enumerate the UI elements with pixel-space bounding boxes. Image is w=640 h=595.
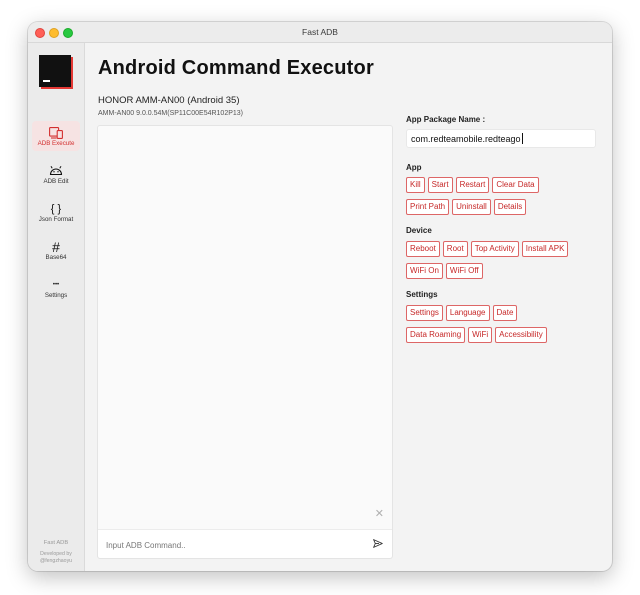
title-bar: Fast ADB bbox=[28, 22, 612, 43]
app-window: Fast ADB ADB Execute ADB Edit { } Json F… bbox=[28, 22, 612, 571]
sidebar-item-label: Json Format bbox=[38, 215, 74, 223]
date-button[interactable]: Date bbox=[492, 305, 518, 321]
wifi-off-button[interactable]: WiFi Off bbox=[445, 263, 483, 279]
minimize-window-button[interactable] bbox=[49, 28, 59, 38]
device-details: AMM-AN00 9.0.0.54M(SP11C00E54R102P13) bbox=[98, 110, 244, 117]
sidebar-item-adb-edit[interactable]: ADB Edit bbox=[32, 159, 80, 189]
footer-author: @fengzhaoyu bbox=[39, 558, 73, 564]
restart-button[interactable]: Restart bbox=[455, 177, 490, 193]
wifi-settings-button[interactable]: WiFi bbox=[468, 327, 493, 343]
clear-data-button[interactable]: Clear Data bbox=[492, 177, 539, 193]
device-name: HONOR AMM-AN00 (Android 35) bbox=[98, 95, 240, 106]
package-label: App Package Name : bbox=[406, 115, 486, 124]
sidebar-item-json-format[interactable]: { } Json Format bbox=[32, 197, 80, 227]
sidebar-item-settings[interactable]: ••• Settings bbox=[32, 273, 80, 303]
hash-icon: # bbox=[52, 238, 60, 255]
wifi-on-button[interactable]: WiFi On bbox=[406, 263, 443, 279]
close-window-button[interactable] bbox=[35, 28, 45, 38]
sidebar-item-label: Settings bbox=[44, 291, 68, 299]
sidebar-item-label: ADB Edit bbox=[43, 177, 69, 185]
install-apk-button[interactable]: Install APK bbox=[521, 241, 569, 257]
braces-icon: { } bbox=[50, 202, 62, 215]
sidebar-item-adb-execute[interactable]: ADB Execute bbox=[32, 121, 80, 151]
app-buttons-row-1: Kill Start Restart Clear Data bbox=[406, 177, 539, 193]
print-path-button[interactable]: Print Path bbox=[406, 199, 450, 215]
data-roaming-button[interactable]: Data Roaming bbox=[406, 327, 466, 343]
android-icon bbox=[49, 164, 63, 178]
footer-app-name: Fast ADB bbox=[43, 540, 69, 546]
reboot-button[interactable]: Reboot bbox=[406, 241, 440, 257]
window-controls bbox=[35, 28, 73, 38]
sidebar-footer: Fast ADB Developed by @fengzhaoyu bbox=[28, 540, 84, 565]
command-output-panel: ✕ bbox=[97, 125, 393, 559]
app-logo bbox=[39, 55, 71, 87]
details-button[interactable]: Details bbox=[493, 199, 527, 215]
zoom-window-button[interactable] bbox=[63, 28, 73, 38]
page-title: Android Command Executor bbox=[98, 57, 374, 79]
devices-icon bbox=[49, 126, 63, 140]
device-buttons-row-2: WiFi On WiFi Off bbox=[406, 263, 483, 279]
package-name-value: com.redteamobile.redteago bbox=[411, 134, 521, 144]
kill-button[interactable]: Kill bbox=[406, 177, 425, 193]
sidebar: ADB Execute ADB Edit { } Json Format # B… bbox=[28, 43, 85, 571]
footer-developed-by: Developed by bbox=[40, 551, 72, 557]
root-button[interactable]: Root bbox=[442, 241, 468, 257]
section-settings: Settings bbox=[406, 290, 438, 299]
sidebar-item-label: Base64 bbox=[45, 253, 67, 261]
section-device: Device bbox=[406, 226, 432, 235]
command-input-row bbox=[98, 529, 392, 558]
settings-buttons-row-1: Settings Language Date bbox=[406, 305, 518, 321]
sidebar-item-base64[interactable]: # Base64 bbox=[32, 235, 80, 265]
package-name-field[interactable]: com.redteamobile.redteago bbox=[406, 129, 596, 148]
text-cursor bbox=[521, 133, 523, 144]
send-icon[interactable] bbox=[372, 537, 384, 549]
sidebar-item-label: ADB Execute bbox=[37, 139, 75, 147]
settings-buttons-row-2: Data Roaming WiFi Accessibility bbox=[406, 327, 547, 343]
device-buttons-row-1: Reboot Root Top Activity Install APK bbox=[406, 241, 569, 257]
open-settings-button[interactable]: Settings bbox=[406, 305, 443, 321]
top-activity-button[interactable]: Top Activity bbox=[470, 241, 519, 257]
clear-output-icon[interactable]: ✕ bbox=[375, 507, 384, 520]
section-app: App bbox=[406, 163, 422, 172]
start-button[interactable]: Start bbox=[427, 177, 453, 193]
language-button[interactable]: Language bbox=[445, 305, 490, 321]
accessibility-button[interactable]: Accessibility bbox=[495, 327, 547, 343]
more-icon: ••• bbox=[52, 281, 60, 288]
window-title: Fast ADB bbox=[302, 27, 338, 37]
main-content: Android Command Executor HONOR AMM-AN00 … bbox=[85, 43, 612, 571]
uninstall-button[interactable]: Uninstall bbox=[452, 199, 491, 215]
adb-command-input[interactable] bbox=[104, 537, 358, 553]
app-buttons-row-2: Print Path Uninstall Details bbox=[406, 199, 527, 215]
